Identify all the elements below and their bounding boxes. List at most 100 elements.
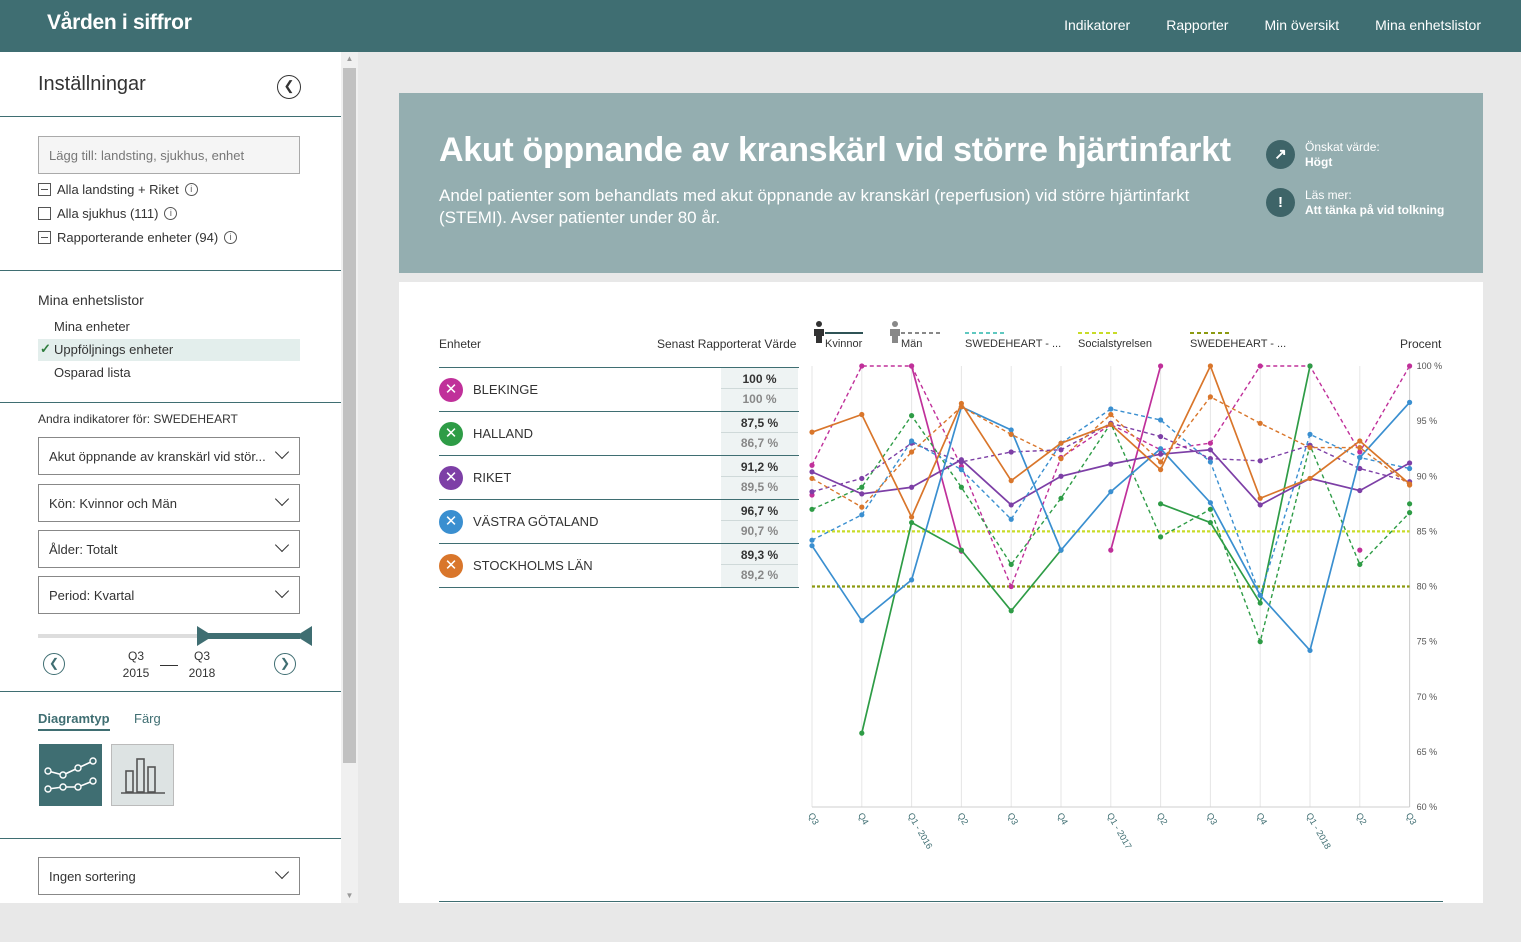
data-point [1307, 431, 1313, 437]
data-point [909, 519, 915, 526]
legend-label: Kvinnor [825, 338, 863, 350]
check-rapporterande[interactable]: Rapporterande enheter (94) i [38, 230, 238, 245]
gender-dropdown[interactable]: Kön: Kvinnor och Män [38, 484, 300, 522]
data-point [1008, 608, 1014, 614]
table-row[interactable]: ✕ RIKET 91,2 % 89,5 % [439, 455, 799, 499]
unit-name: STOCKHOLMS LÄN [473, 558, 593, 573]
chevron-right-icon: ❯ [279, 656, 291, 670]
dropdown-label: Ålder: [49, 542, 83, 557]
data-point [1008, 583, 1014, 590]
legend-label: SWEDEHEART - ... [1190, 338, 1287, 350]
info-icon[interactable]: i [224, 231, 238, 244]
dropdown-value: Akut öppnande av kranskärl vid stör... [49, 449, 266, 464]
table-row[interactable]: ✕ HALLAND 87,5 % 86,7 % [439, 411, 799, 455]
legend-line [965, 332, 1007, 334]
period-dropdown[interactable]: Period: Kvartal [38, 576, 300, 614]
scroll-up-icon[interactable]: ▲ [341, 52, 358, 66]
x-tick-label: Q4 [1055, 811, 1070, 826]
data-point [1257, 502, 1263, 508]
list-item-uppfoljnings-enheter[interactable]: ✓ Uppföljnings enheter [38, 339, 300, 361]
y-tick-label: 85 % [1417, 526, 1438, 536]
scrollbar-thumb[interactable] [343, 68, 356, 763]
info-icon[interactable]: i [164, 207, 178, 220]
data-point [1108, 547, 1114, 553]
remove-unit-icon[interactable]: ✕ [439, 378, 463, 402]
col-header-value: Senast Rapporterat Värde [657, 337, 797, 351]
checkbox-partial-icon[interactable] [38, 231, 51, 244]
bar-chart-type-button[interactable] [111, 744, 174, 806]
data-point [909, 484, 915, 490]
nav-rapporter[interactable]: Rapporter [1166, 17, 1228, 33]
value-men: 90,7 % [740, 524, 779, 538]
y-tick-label: 75 % [1417, 637, 1438, 647]
table-row[interactable]: ✕ VÄSTRA GÖTALAND 96,7 % 90,7 % [439, 499, 799, 543]
line-chart-type-button[interactable] [39, 744, 102, 806]
collapse-sidebar-button[interactable]: ❮ [277, 75, 301, 99]
x-tick-label: Q4 [1254, 811, 1269, 826]
sort-dropdown[interactable]: Ingen sortering [38, 857, 300, 895]
info-icon[interactable]: i [184, 183, 198, 196]
check-label: Alla sjukhus (111) [57, 206, 159, 221]
tab-diagramtyp[interactable]: Diagramtyp [38, 711, 110, 731]
data-point [859, 730, 865, 736]
data-point [809, 537, 815, 543]
checkbox-partial-icon[interactable] [38, 183, 51, 196]
value-men: 86,7 % [740, 436, 779, 450]
unit-values: 87,5 % 86,7 % [721, 412, 798, 455]
series-line-women [1109, 365, 1162, 551]
data-point [859, 491, 865, 497]
list-item-mina-enheter[interactable]: Mina enheter [38, 316, 300, 338]
age-dropdown[interactable]: Ålder: Totalt [38, 530, 300, 568]
chevron-left-icon: ❮ [283, 78, 295, 93]
chevron-down-icon [274, 583, 290, 599]
period-prev-button[interactable]: ❮ [43, 653, 65, 675]
check-sjukhus[interactable]: Alla sjukhus (111) i [38, 206, 178, 221]
results-panel: Enheter Senast Rapporterat Värde ✕ BLEKIN… [399, 282, 1483, 903]
slider-handle-end[interactable] [296, 626, 312, 646]
tab-farg[interactable]: Färg [134, 711, 161, 726]
slider-handle-start[interactable] [197, 626, 213, 646]
brand-logo[interactable]: Vården i siffror [47, 11, 192, 35]
data-point [1407, 481, 1413, 487]
data-point [1058, 440, 1064, 446]
read-more[interactable]: ! Läs mer: Att tänka på vid tolkning [1266, 188, 1444, 218]
chevron-down-icon [274, 444, 290, 460]
dropdown-value: Kvinnor och Män [79, 496, 177, 511]
data-point [1207, 519, 1213, 526]
data-point [1158, 417, 1164, 423]
legend-line [1078, 332, 1120, 334]
checkbox-icon[interactable] [38, 207, 51, 220]
data-point [1158, 459, 1164, 465]
unit-values: 89,3 % 89,2 % [721, 544, 798, 587]
check-landsting[interactable]: Alla landsting + Riket i [38, 182, 198, 197]
unit-values: 96,7 % 90,7 % [721, 500, 798, 543]
x-tick-label: Q2 [956, 811, 971, 826]
nav-mina-enhetslistor[interactable]: Mina enhetslistor [1375, 17, 1481, 33]
nav-indikatorer[interactable]: Indikatorer [1064, 17, 1130, 33]
period-slider-range [207, 633, 300, 639]
unit-values: 91,2 % 89,5 % [721, 456, 798, 499]
data-point [1158, 534, 1164, 540]
check-label: Alla landsting + Riket [57, 182, 179, 197]
search-input[interactable]: Lägg till: landsting, sjukhus, enhet [38, 136, 300, 174]
remove-unit-icon[interactable]: ✕ [439, 466, 463, 490]
data-point [1058, 456, 1064, 462]
period-to-quarter: Q3 [193, 649, 210, 663]
remove-unit-icon[interactable]: ✕ [439, 554, 463, 578]
scroll-down-icon[interactable]: ▼ [341, 889, 358, 903]
dropdown-label: Period: [49, 588, 91, 603]
read-more-link[interactable]: Att tänka på vid tolkning [1305, 203, 1444, 218]
table-row[interactable]: ✕ BLEKINGE 100 % 100 % [439, 367, 799, 411]
data-point [1058, 495, 1064, 501]
indicator-dropdown[interactable]: Akut öppnande av kranskärl vid stör... [38, 437, 300, 475]
period-to-year: 2018 [188, 666, 216, 680]
list-item-osparad-lista[interactable]: Osparad lista [38, 362, 300, 384]
sidebar-scrollbar[interactable]: ▲ ▼ [341, 52, 358, 903]
period-next-button[interactable]: ❯ [274, 653, 296, 675]
nav-min-oversikt[interactable]: Min översikt [1264, 17, 1339, 33]
remove-unit-icon[interactable]: ✕ [439, 422, 463, 446]
value-women: 87,5 % [721, 412, 798, 433]
remove-unit-icon[interactable]: ✕ [439, 510, 463, 534]
data-point [1357, 438, 1363, 444]
table-row[interactable]: ✕ STOCKHOLMS LÄN 89,3 % 89,2 % [439, 543, 799, 587]
